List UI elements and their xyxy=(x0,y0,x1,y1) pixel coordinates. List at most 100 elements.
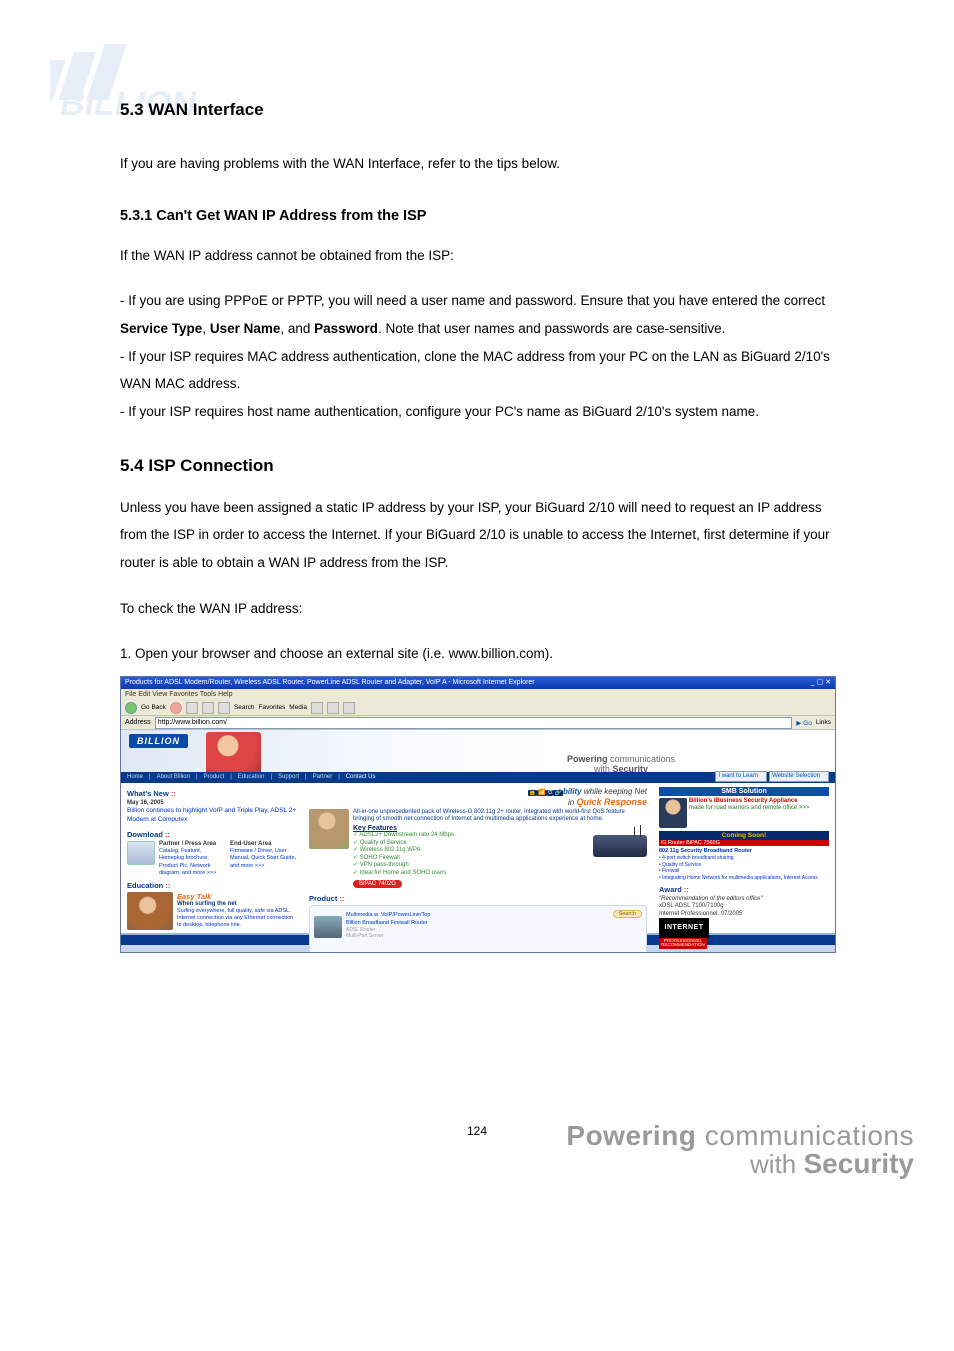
footer-powering: Powering xyxy=(566,1120,696,1151)
coming-title[interactable]: 802.11g Security Broadband Router xyxy=(659,848,829,855)
feature-desc: All-in-one unprecedented pack of Wireles… xyxy=(353,809,647,823)
nav-support[interactable]: Support xyxy=(278,772,299,783)
back-button-icon[interactable] xyxy=(125,702,137,714)
billion-logo[interactable]: BILLION xyxy=(129,734,188,748)
go-button[interactable]: ▶ Go xyxy=(796,719,811,727)
browser-screenshot: Products for ADSL Modem/Router, Wireless… xyxy=(120,676,836,953)
feature-title: 🔒📶⏱🔗bility while keeping Net in Quick Re… xyxy=(309,787,647,807)
history-icon[interactable] xyxy=(311,702,323,714)
refresh-icon[interactable] xyxy=(202,702,214,714)
text-5-4-step1: 1. Open your browser and choose an exter… xyxy=(120,640,834,668)
media-label[interactable]: Media xyxy=(289,704,307,711)
product-panel: Search Multimedia w. VoIP/PowerLine/Top … xyxy=(309,905,647,953)
text-5-4-p1: Unless you have been assigned a static I… xyxy=(120,494,834,577)
whats-new-header: What's New :: xyxy=(127,789,297,798)
window-controls: _ ▢ ✕ xyxy=(811,677,831,689)
news-date: May 16, 2005 xyxy=(127,800,297,807)
internet-logo: INTERNET xyxy=(659,918,709,938)
address-bar: Address ▶ Go Links xyxy=(121,716,835,730)
nav-home[interactable]: Home xyxy=(127,772,143,783)
banner-selects: I want to Learn Website Selection xyxy=(715,771,829,782)
product-link-4[interactable]: Multi-Port Server xyxy=(314,933,642,939)
product-search-button[interactable]: Search xyxy=(613,910,642,918)
nav-product[interactable]: Product xyxy=(204,772,225,783)
internet-logo-sub: PROFESSIONNEL RECOMMENDATION xyxy=(659,938,707,949)
smb-photo xyxy=(659,798,687,828)
feature-5: ✓ VPN pass-through xyxy=(353,862,647,870)
education-header: Education :: xyxy=(127,881,297,890)
heading-5-3: 5.3 WAN Interface xyxy=(120,100,834,120)
banner-slogan: Powering communications with Security xyxy=(567,754,675,774)
stop-icon[interactable] xyxy=(186,702,198,714)
text-5-4-p2: To check the WAN IP address: xyxy=(120,595,834,623)
text-fragment: . Note that user names and passwords are… xyxy=(378,321,725,336)
coming-f4: • Integrating Home Network for multimedi… xyxy=(659,875,829,882)
enduser-area-header: End-User Area xyxy=(230,841,297,848)
favorites-label[interactable]: Favorites xyxy=(259,704,286,711)
text-5-3-intro: If you are having problems with the WAN … xyxy=(120,150,834,178)
home-icon[interactable] xyxy=(218,702,230,714)
page-content: 5.3 WAN Interface If you are having prob… xyxy=(120,100,834,953)
link-icon: 🔗 xyxy=(553,790,562,796)
website-select[interactable]: Website Selection xyxy=(769,771,829,782)
lock-icon: 🔒 xyxy=(528,790,537,796)
heading-5-4: 5.4 ISP Connection xyxy=(120,456,834,476)
product-link-2[interactable]: Billion Broadband Firewall Router xyxy=(314,920,642,927)
links-label[interactable]: Links xyxy=(816,719,831,726)
nav-partner[interactable]: Partner xyxy=(313,772,333,783)
award-quote: "Recommendation of the editors office" xyxy=(659,896,829,903)
partner-area-links[interactable]: Catalog, Feature, Homeplug brochure, Pro… xyxy=(159,848,226,877)
bold-password: Password xyxy=(314,321,378,336)
text-5-3-1-p1: - If you are using PPPoE or PPTP, you wi… xyxy=(120,287,834,425)
feature-6: ✓ Ideal for Home and SOHO users xyxy=(353,870,647,878)
address-input[interactable] xyxy=(155,717,793,729)
nav-contact[interactable]: Contact Us xyxy=(346,772,376,783)
footer-with: with xyxy=(750,1149,796,1179)
site-banner: BILLION Powering communications with Sec… xyxy=(121,730,835,783)
router-image xyxy=(593,835,647,857)
smb-text: Billion's iBusiness Security Appliance m… xyxy=(689,798,809,828)
download-header: Download :: xyxy=(127,830,297,839)
nav-education[interactable]: Education xyxy=(238,772,265,783)
enduser-area-links[interactable]: Firmware / Driver, User Manual, Quick St… xyxy=(230,848,297,869)
mail-icon[interactable] xyxy=(327,702,339,714)
text-5-3-1-intro: If the WAN IP address cannot be obtained… xyxy=(120,242,834,270)
partner-area-header: Partner / Press Area xyxy=(159,841,226,848)
smb-header: SMB Solution xyxy=(659,787,829,796)
bold-user-name: User Name xyxy=(210,321,281,336)
right-column: SMB Solution Billion's iBusiness Securit… xyxy=(653,783,835,933)
heading-5-3-1: 5.3.1 Can't Get WAN IP Address from the … xyxy=(120,208,834,224)
coming-soon-banner: Coming Soon! xyxy=(659,831,829,840)
forward-button-icon[interactable] xyxy=(170,702,182,714)
footer-security: Security xyxy=(804,1148,915,1179)
award-header: Award :: xyxy=(659,885,829,894)
search-label[interactable]: Search xyxy=(234,704,255,711)
bold-service-type: Service Type xyxy=(120,321,202,336)
learn-select[interactable]: I want to Learn xyxy=(715,771,767,782)
key-features-header: Key Features xyxy=(353,825,647,832)
window-title-bar: Products for ADSL Modem/Router, Wireless… xyxy=(121,677,835,689)
education-photo xyxy=(127,892,173,930)
award-magazine: Internet Professionnel, 07/2005 xyxy=(659,911,829,918)
left-column: What's New :: May 16, 2005 Billion conti… xyxy=(121,783,303,933)
webpage-body: BILLION Powering communications with Sec… xyxy=(121,730,835,940)
footer-tagline: Powering communications with Security xyxy=(566,1120,914,1180)
product-header: Product :: xyxy=(309,894,647,903)
award-product: xDSL ADSL 7100/7100g xyxy=(659,903,829,910)
nav-about[interactable]: About Billion xyxy=(157,772,190,783)
window-title: Products for ADSL Modem/Router, Wireless… xyxy=(125,677,535,689)
product-button[interactable]: BiPAC 7402G xyxy=(353,880,402,888)
text-fragment: - If you are using PPPoE or PPTP, you wi… xyxy=(120,293,825,308)
footer-communications: communications xyxy=(705,1120,914,1151)
wifi-icon: 📶 xyxy=(537,790,546,796)
menu-bar[interactable]: File Edit View Favorites Tools Help xyxy=(121,689,835,700)
product-link-1[interactable]: Multimedia w. VoIP/PowerLine/Top xyxy=(314,912,642,919)
coming-product: iG Router BiPAC 7560G xyxy=(659,840,829,846)
product-thumb xyxy=(314,916,342,938)
news-link[interactable]: Billion continues to highlight VoIP and … xyxy=(127,807,297,824)
print-icon[interactable] xyxy=(343,702,355,714)
download-thumb xyxy=(127,841,155,865)
back-label[interactable]: Go Back xyxy=(141,704,166,711)
text-5-3-1-p3: - If your ISP requires host name authent… xyxy=(120,404,759,419)
toolbar: Go Back Search Favorites Media xyxy=(121,700,835,716)
